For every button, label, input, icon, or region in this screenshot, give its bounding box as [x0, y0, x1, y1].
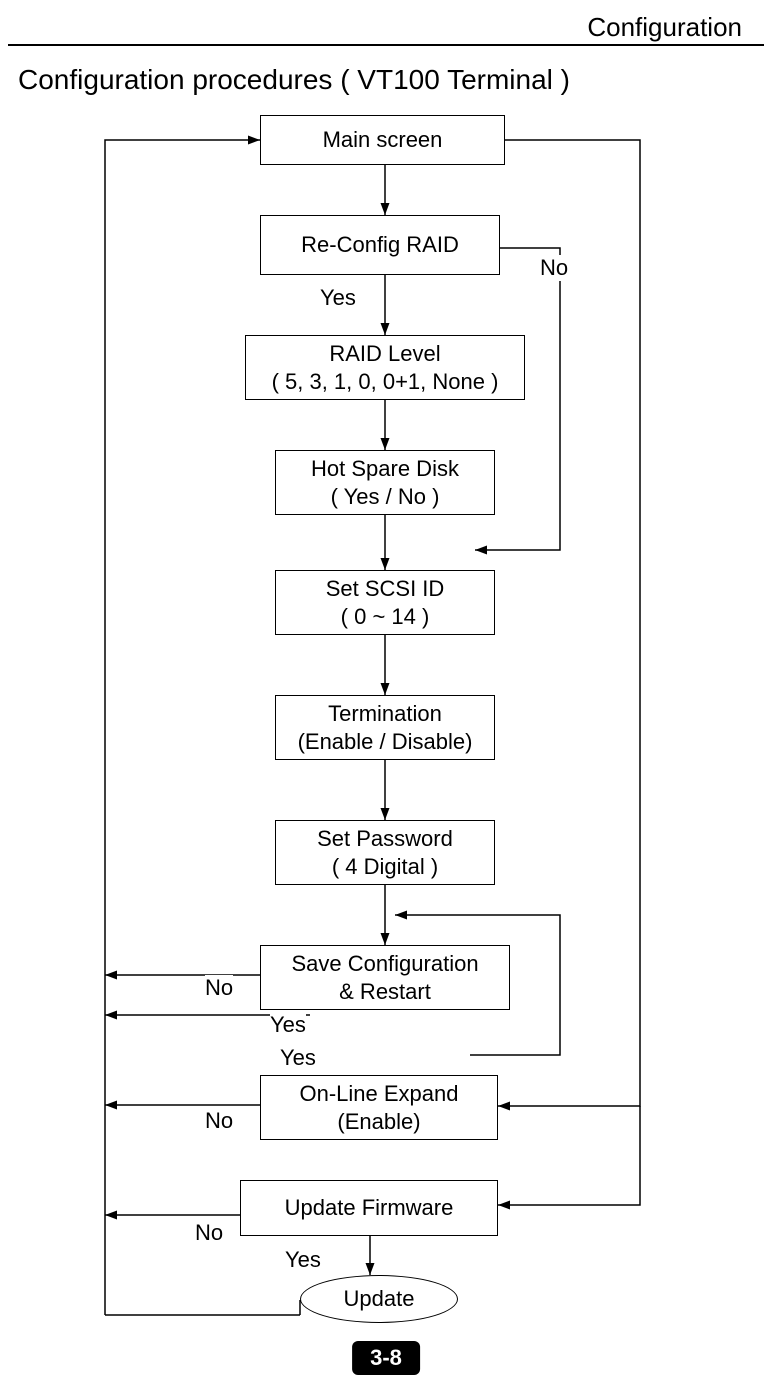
node-label-sub: ( 5, 3, 1, 0, 0+1, None ) — [272, 368, 499, 396]
node-label: Set SCSI ID — [326, 575, 445, 603]
node-main-screen: Main screen — [260, 115, 505, 165]
node-label-sub: & Restart — [339, 978, 431, 1006]
edge-label-yes: Yes — [285, 1247, 321, 1273]
node-set-scsi-id: Set SCSI ID ( 0 ~ 14 ) — [275, 570, 495, 635]
node-label: Update — [344, 1286, 415, 1312]
node-save-config: Save Configuration & Restart — [260, 945, 510, 1010]
node-label-sub: (Enable) — [337, 1108, 420, 1136]
node-label-sub: ( 0 ~ 14 ) — [341, 603, 430, 631]
node-label: Termination — [328, 700, 442, 728]
node-label: Save Configuration — [291, 950, 478, 978]
edge-label-yes: Yes — [320, 285, 356, 311]
edge-label-no: No — [540, 255, 568, 281]
node-set-password: Set Password ( 4 Digital ) — [275, 820, 495, 885]
node-label-sub: (Enable / Disable) — [298, 728, 473, 756]
node-reconfig-raid: Re-Config RAID — [260, 215, 500, 275]
node-online-expand: On-Line Expand (Enable) — [260, 1075, 498, 1140]
edge-label-yes: Yes — [280, 1045, 316, 1071]
node-label: RAID Level — [329, 340, 440, 368]
node-termination: Termination (Enable / Disable) — [275, 695, 495, 760]
node-label: Re-Config RAID — [301, 231, 459, 259]
edge-label-no: No — [205, 975, 233, 1001]
node-label: Set Password — [317, 825, 453, 853]
edge-label-no: No — [195, 1220, 223, 1246]
node-label: On-Line Expand — [300, 1080, 459, 1108]
node-hot-spare: Hot Spare Disk ( Yes / No ) — [275, 450, 495, 515]
node-label-sub: ( 4 Digital ) — [332, 853, 438, 881]
node-label-sub: ( Yes / No ) — [331, 483, 440, 511]
edge-label-yes: Yes — [270, 1012, 306, 1038]
node-label: Update Firmware — [285, 1194, 454, 1222]
node-label: Hot Spare Disk — [311, 455, 459, 483]
page-number-badge: 3-8 — [352, 1341, 420, 1375]
edge-label-no: No — [205, 1108, 233, 1134]
node-label: Main screen — [323, 126, 443, 154]
node-update-firmware: Update Firmware — [240, 1180, 498, 1236]
node-update: Update — [300, 1275, 458, 1323]
node-raid-level: RAID Level ( 5, 3, 1, 0, 0+1, None ) — [245, 335, 525, 400]
